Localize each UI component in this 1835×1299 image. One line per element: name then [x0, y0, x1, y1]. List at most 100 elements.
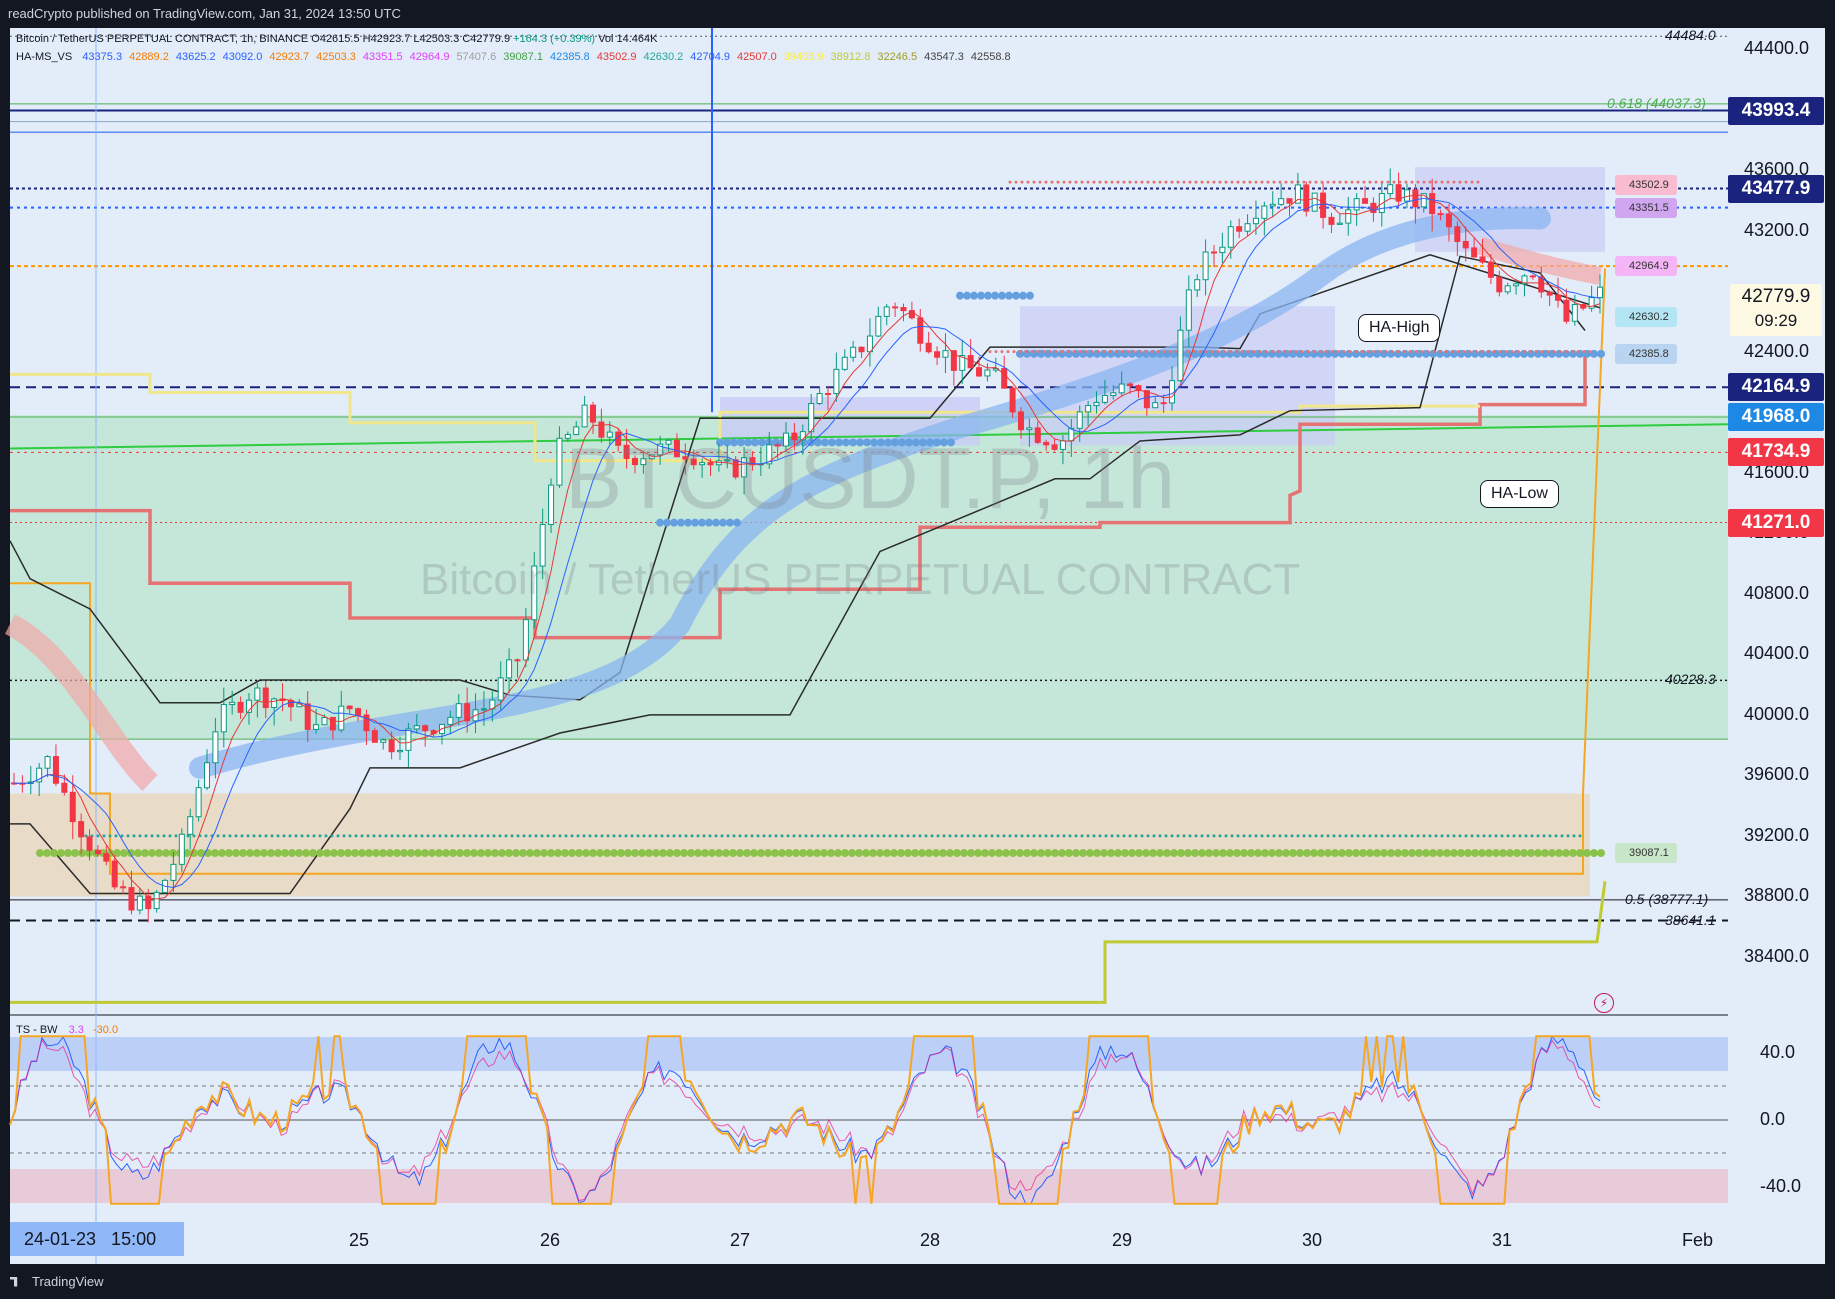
band-dot	[732, 834, 736, 838]
price-chart[interactable]	[0, 0, 1835, 1299]
candle-body	[111, 860, 118, 888]
band-dot	[778, 849, 786, 858]
indicator-value-tag: 42385.8	[1615, 343, 1677, 364]
band-dot	[1476, 180, 1480, 184]
band-dot	[1344, 834, 1348, 838]
candle-body	[1269, 203, 1276, 207]
band-dot	[1254, 834, 1258, 838]
band-dot	[1546, 350, 1550, 354]
band-dot	[1410, 834, 1414, 838]
band-dot	[932, 849, 940, 858]
band-dot	[1128, 180, 1132, 184]
candle-body	[346, 705, 353, 710]
level-label-fib-618: 0.618 (44037.3)	[1607, 94, 1706, 111]
band-dot	[450, 834, 454, 838]
band-dot	[1026, 834, 1030, 838]
band-dot	[1062, 180, 1066, 184]
flash-icon[interactable]: ⚡	[1594, 993, 1614, 1013]
level-label-top: 44484.0	[1665, 27, 1716, 44]
candle-body	[1001, 368, 1008, 389]
band-dot	[659, 849, 667, 858]
band-dot	[462, 834, 466, 838]
band-dot	[480, 834, 484, 838]
band-dot	[96, 834, 100, 838]
band-dot	[526, 849, 534, 858]
candle-body	[262, 687, 269, 709]
candle-body	[1445, 213, 1452, 228]
band-dot	[1289, 849, 1297, 858]
band-dot	[1012, 291, 1020, 300]
band-dot	[972, 834, 976, 838]
band-dot	[477, 849, 485, 858]
legend-indicator-value: 43351.5	[362, 51, 403, 63]
price-tag: 41968.0	[1728, 403, 1824, 432]
candle-body	[170, 863, 177, 881]
band-dot	[1121, 849, 1129, 858]
band-dot	[1474, 350, 1478, 354]
band-dot	[1512, 834, 1516, 838]
band-dot	[1570, 350, 1574, 354]
band-dot	[1146, 180, 1150, 184]
candle-body	[388, 739, 395, 753]
legend-indicator-value: 39087.1	[503, 51, 543, 63]
band-dot	[302, 849, 310, 858]
band-dot	[1206, 834, 1210, 838]
band-dot	[822, 834, 826, 838]
candle-body	[1504, 285, 1511, 293]
band-dot	[1000, 350, 1004, 354]
band-dot	[954, 834, 958, 838]
band-dot	[281, 849, 289, 858]
band-dot	[186, 834, 190, 838]
legend-ohlc-value: L42503.3	[410, 33, 460, 45]
band-dot	[852, 834, 856, 838]
legend-indicator-value: 43502.9	[596, 51, 637, 63]
band-dot	[1122, 180, 1126, 184]
band-dot	[1176, 834, 1180, 838]
candle-body	[858, 346, 865, 353]
band-dot	[1236, 834, 1240, 838]
band-dot	[102, 834, 106, 838]
band-dot	[912, 834, 916, 838]
band-dot	[1284, 180, 1288, 184]
band-dot	[1074, 180, 1078, 184]
candle-body	[1009, 387, 1016, 413]
band-dot	[1174, 350, 1178, 354]
candle-body	[1194, 279, 1201, 291]
band-dot	[1278, 180, 1282, 184]
legend-indicator-value: 42630.2	[643, 51, 684, 63]
band-dot	[519, 849, 527, 858]
band-dot	[1051, 849, 1059, 858]
band-dot	[435, 849, 443, 858]
band-dot	[589, 849, 597, 858]
band-dot	[1356, 834, 1360, 838]
band-dot	[942, 834, 946, 838]
band-dot	[1402, 350, 1406, 354]
band-dot	[1050, 834, 1054, 838]
candle-body	[548, 484, 555, 526]
band-dot	[1042, 350, 1046, 354]
band-dot	[702, 834, 706, 838]
candle-body	[976, 367, 983, 377]
band-dot	[1032, 834, 1036, 838]
band-dot	[414, 849, 422, 858]
legend-indicator-value: 57407.6	[456, 51, 497, 63]
band-dot	[1524, 834, 1528, 838]
candle-body	[522, 619, 529, 661]
band-dot	[540, 834, 544, 838]
band-dot	[1008, 180, 1012, 184]
band-dot	[1205, 849, 1213, 858]
band-dot	[366, 834, 370, 838]
time-tick-label: 25	[349, 1230, 370, 1250]
band-dot	[708, 834, 712, 838]
tradingview-logo[interactable]: TradingView	[10, 1264, 104, 1299]
candle-body	[816, 393, 823, 405]
band-dot	[841, 849, 849, 858]
band-dot	[1140, 834, 1144, 838]
band-dot	[1038, 180, 1042, 184]
band-dot	[984, 291, 992, 300]
oscillator-name: TS - BW	[16, 1024, 58, 1036]
band-dot	[484, 849, 492, 858]
band-dot	[337, 849, 345, 858]
band-dot	[1368, 180, 1372, 184]
band-dot	[642, 834, 646, 838]
